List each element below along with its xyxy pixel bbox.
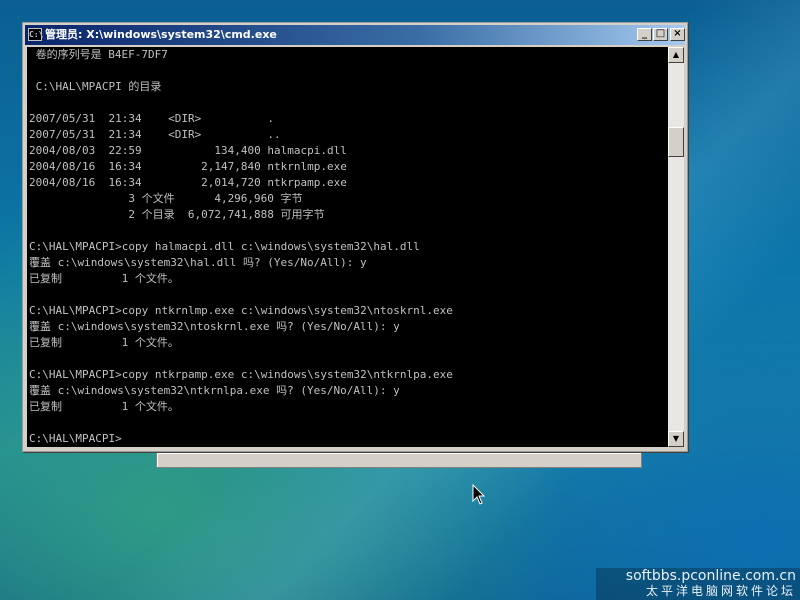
maximize-button[interactable]: □ bbox=[653, 28, 668, 41]
console-text: 卷的序列号是 B4EF-7DF7 C:\HAL\MPACPI 的目录 2007/… bbox=[27, 47, 668, 447]
minimize-button[interactable]: _ bbox=[637, 28, 652, 41]
console-line: C:\HAL\MPACPI> bbox=[29, 432, 122, 445]
console-line: 2004/08/16 16:34 2,147,840 ntkrnlmp.exe bbox=[29, 160, 347, 173]
console-line: 2007/05/31 21:34 <DIR> .. bbox=[29, 128, 281, 141]
background-window[interactable] bbox=[156, 452, 642, 468]
window-title: 管理员: X:\windows\system32\cmd.exe bbox=[45, 28, 277, 41]
console-line: 卷的序列号是 B4EF-7DF7 bbox=[29, 48, 168, 61]
cmd-window[interactable]: C:\ 管理员: X:\windows\system32\cmd.exe _ □… bbox=[22, 22, 688, 452]
console-line: 2004/08/16 16:34 2,014,720 ntkrpamp.exe bbox=[29, 176, 347, 189]
console-line: 3 个文件 4,296,960 字节 bbox=[29, 192, 303, 205]
scroll-thumb[interactable] bbox=[668, 127, 684, 157]
vertical-scrollbar[interactable]: ▲ ▼ bbox=[668, 47, 684, 447]
console-output[interactable]: 卷的序列号是 B4EF-7DF7 C:\HAL\MPACPI 的目录 2007/… bbox=[27, 47, 668, 447]
console-line: C:\HAL\MPACPI 的目录 bbox=[29, 80, 162, 93]
cmd-app-icon[interactable]: C:\ bbox=[28, 28, 43, 41]
scroll-up-button[interactable]: ▲ bbox=[668, 47, 684, 63]
console-line: C:\HAL\MPACPI>copy halmacpi.dll c:\windo… bbox=[29, 240, 420, 253]
console-line: 2 个目录 6,072,741,888 可用字节 bbox=[29, 208, 325, 221]
console-line: 覆盖 c:\windows\system32\hal.dll 吗? (Yes/N… bbox=[29, 256, 367, 269]
console-line: 已复制 1 个文件。 bbox=[29, 400, 179, 413]
scroll-down-button[interactable]: ▼ bbox=[668, 431, 684, 447]
console-line: 已复制 1 个文件。 bbox=[29, 336, 179, 349]
console-line: 覆盖 c:\windows\system32\ntoskrnl.exe 吗? (… bbox=[29, 320, 400, 333]
mouse-pointer-icon bbox=[472, 484, 486, 505]
watermark-url: softbbs.pconline.com.cn bbox=[625, 568, 796, 584]
console-line: C:\HAL\MPACPI>copy ntkrnlmp.exe c:\windo… bbox=[29, 304, 453, 317]
console-line: 2007/05/31 21:34 <DIR> . bbox=[29, 112, 275, 125]
console-line: 2004/08/03 22:59 134,400 halmacpi.dll bbox=[29, 144, 347, 157]
console-line: 已复制 1 个文件。 bbox=[29, 272, 179, 285]
close-button[interactable]: × bbox=[670, 28, 685, 41]
console-line: C:\HAL\MPACPI>copy ntkrpamp.exe c:\windo… bbox=[29, 368, 453, 381]
watermark-site-name: 太平洋电脑网软件论坛 bbox=[645, 584, 796, 598]
title-bar[interactable]: C:\ 管理员: X:\windows\system32\cmd.exe _ □… bbox=[25, 25, 685, 45]
watermark: softbbs.pconline.com.cn 太平洋电脑网软件论坛 bbox=[596, 568, 800, 600]
console-line: 覆盖 c:\windows\system32\ntkrnlpa.exe 吗? (… bbox=[29, 384, 400, 397]
